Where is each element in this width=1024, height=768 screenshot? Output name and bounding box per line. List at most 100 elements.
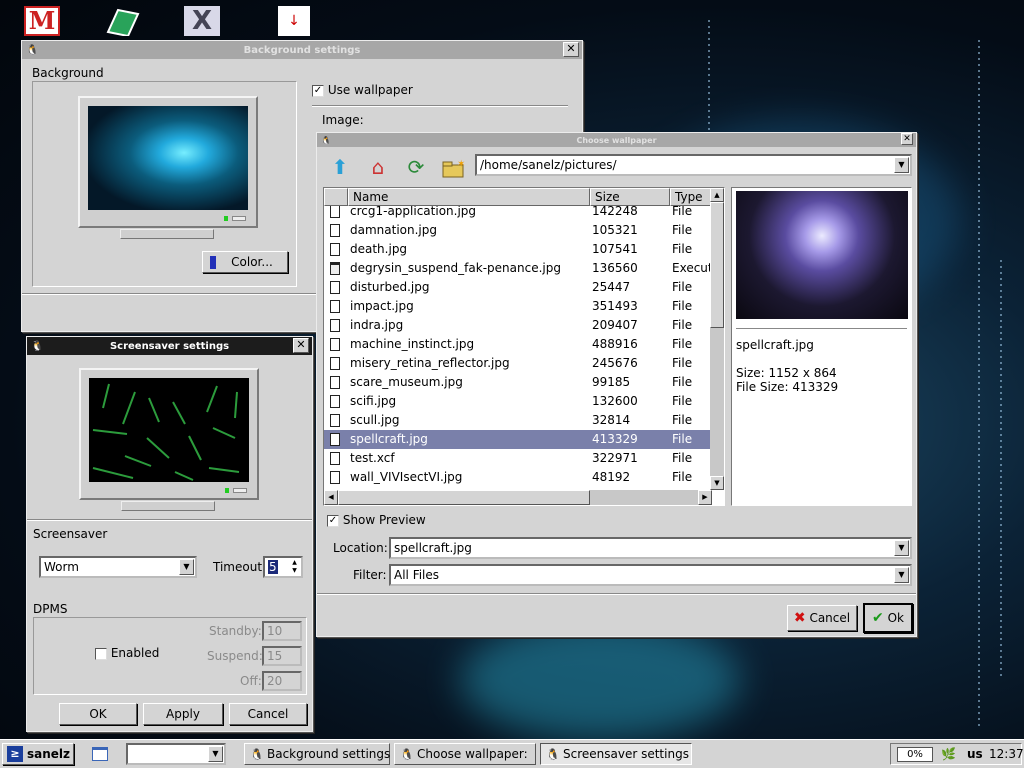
file-size: 48192 bbox=[592, 470, 631, 484]
file-row[interactable]: indra.jpg 209407 File bbox=[324, 316, 712, 335]
scroll-down-arrow-icon[interactable]: ▼ bbox=[710, 476, 724, 490]
horizontal-scroll-thumb[interactable] bbox=[338, 490, 590, 505]
preview-dimensions: Size: 1152 x 864 bbox=[736, 366, 837, 380]
dpms-enabled-checkbox[interactable]: Enabled bbox=[95, 646, 159, 660]
chevron-down-icon[interactable]: ▼ bbox=[894, 157, 909, 173]
file-row[interactable]: misery_retina_reflector.jpg 245676 File bbox=[324, 354, 712, 373]
filter-select[interactable]: All Files ▼ bbox=[389, 564, 912, 586]
off-spinner[interactable]: 20 bbox=[262, 671, 302, 691]
file-row[interactable]: degrysin_suspend_fak-penance.jpg 136560 Ex… bbox=[324, 259, 712, 278]
file-row[interactable]: damnation.jpg 105321 File bbox=[324, 221, 712, 240]
location-input[interactable]: spellcraft.jpg ▼ bbox=[389, 537, 912, 559]
column-header-type[interactable]: Type bbox=[670, 188, 712, 206]
chevron-down-icon[interactable]: ▼ bbox=[894, 567, 909, 583]
vertical-scroll-thumb[interactable] bbox=[710, 202, 724, 328]
color-swatch bbox=[210, 256, 216, 269]
close-button[interactable]: ✕ bbox=[563, 42, 579, 57]
suspend-spinner[interactable]: 15 bbox=[262, 646, 302, 666]
up-arrow-icon[interactable]: ⬆ bbox=[327, 155, 353, 179]
ok-button[interactable]: ✔ Ok bbox=[863, 603, 913, 633]
file-name: scifi.jpg bbox=[350, 394, 397, 408]
file-type: File bbox=[672, 318, 693, 332]
file-row[interactable]: disturbed.jpg 25447 File bbox=[324, 278, 712, 297]
screensaver-titlebar[interactable]: 🐧 Screensaver settings ✕ bbox=[27, 337, 312, 355]
gmail-icon[interactable]: M bbox=[24, 6, 60, 36]
file-type: File bbox=[672, 223, 693, 237]
location-label: Location: bbox=[333, 541, 388, 555]
off-label: Off: bbox=[240, 674, 262, 688]
file-size: 25447 bbox=[592, 280, 631, 294]
cpu-meter[interactable]: 0% bbox=[897, 747, 933, 762]
horizontal-scrollbar[interactable]: ◀ ▶ bbox=[324, 490, 712, 505]
vertical-scrollbar[interactable]: ▲ ▼ bbox=[710, 188, 724, 490]
file-size: 132600 bbox=[592, 394, 638, 408]
chevron-down-icon[interactable]: ▼ bbox=[179, 559, 194, 575]
spinner-arrows-icon[interactable]: ▲ ▼ bbox=[289, 559, 300, 575]
file-row[interactable]: test.xcf 322971 File bbox=[324, 449, 712, 468]
file-icon bbox=[330, 357, 340, 370]
start-button[interactable]: ≥ sanelz bbox=[2, 743, 74, 765]
file-type: File bbox=[672, 375, 693, 389]
column-header-icon[interactable] bbox=[324, 188, 348, 206]
chevron-down-icon[interactable]: ▼ bbox=[208, 746, 223, 762]
path-combobox[interactable]: /home/sanelz/pictures/ ▼ bbox=[475, 154, 912, 176]
pdf-icon[interactable]: ↓ bbox=[278, 6, 310, 36]
clock[interactable]: 12:37 bbox=[989, 747, 1024, 761]
cancel-button[interactable]: Cancel bbox=[229, 703, 307, 725]
workspace-select[interactable]: ▼ bbox=[126, 743, 226, 765]
file-name: wall_VIVIsectVI.jpg bbox=[350, 470, 463, 484]
file-name: degrysin_suspend_fak-penance.jpg bbox=[350, 261, 561, 275]
file-row[interactable]: wall_VIVIsectVI.jpg 48192 File bbox=[324, 468, 712, 487]
file-row[interactable]: impact.jpg 351493 File bbox=[324, 297, 712, 316]
column-header-size[interactable]: Size bbox=[590, 188, 670, 206]
standby-spinner[interactable]: 10 bbox=[262, 621, 302, 641]
new-folder-icon[interactable]: ✶ bbox=[441, 157, 467, 179]
show-preview-checkbox[interactable]: ✓ Show Preview bbox=[327, 513, 426, 527]
standby-label: Standby: bbox=[209, 624, 262, 638]
worm-preview bbox=[92, 383, 240, 481]
close-button[interactable]: ✕ bbox=[901, 133, 913, 145]
scroll-left-arrow-icon[interactable]: ◀ bbox=[324, 490, 338, 505]
close-button[interactable]: ✕ bbox=[293, 338, 309, 353]
window-title: Screensaver settings bbox=[109, 340, 230, 352]
task-background-settings[interactable]: 🐧 Background settings bbox=[244, 743, 390, 765]
file-icon bbox=[330, 452, 340, 465]
cancel-button[interactable]: ✖ Cancel bbox=[787, 605, 857, 631]
tray-app-icon[interactable]: 🌿 bbox=[941, 747, 956, 762]
penguin-icon: 🐧 bbox=[31, 340, 44, 352]
wallpaper-preview-monitor bbox=[78, 96, 258, 228]
file-list[interactable]: Name Size Type crcg1-application.jpg 1422… bbox=[323, 187, 725, 506]
penguin-icon: 🐧 bbox=[400, 748, 414, 761]
screensaver-select[interactable]: Worm ▼ bbox=[39, 556, 197, 578]
chevron-down-icon[interactable]: ▼ bbox=[894, 540, 909, 556]
column-header-name[interactable]: Name bbox=[348, 188, 590, 206]
file-row[interactable]: scull.jpg 32814 File bbox=[324, 411, 712, 430]
file-row[interactable]: scifi.jpg 132600 File bbox=[324, 392, 712, 411]
tag-icon[interactable] bbox=[104, 6, 140, 38]
color-button[interactable]: Color... bbox=[202, 251, 288, 273]
background-settings-titlebar[interactable]: 🐧 Background settings ✕ bbox=[22, 41, 582, 59]
file-row[interactable]: scare_museum.jpg 99185 File bbox=[324, 373, 712, 392]
timeout-spinner[interactable]: 5 ▲ ▼ bbox=[263, 556, 303, 578]
file-type: File bbox=[672, 242, 693, 256]
x-icon[interactable]: X bbox=[184, 6, 220, 36]
show-desktop-icon[interactable] bbox=[92, 747, 108, 761]
file-size: 107541 bbox=[592, 242, 638, 256]
keyboard-layout[interactable]: us bbox=[967, 747, 983, 761]
refresh-icon[interactable]: ⟳ bbox=[403, 155, 429, 179]
file-type: File bbox=[672, 413, 693, 427]
background-group-label: Background bbox=[32, 66, 104, 80]
apply-button[interactable]: Apply bbox=[143, 703, 223, 725]
file-row[interactable]: machine_instinct.jpg 488916 File bbox=[324, 335, 712, 354]
scroll-right-arrow-icon[interactable]: ▶ bbox=[698, 490, 712, 505]
file-row[interactable]: crcg1-application.jpg 142248 File bbox=[324, 206, 712, 221]
file-row[interactable]: death.jpg 107541 File bbox=[324, 240, 712, 259]
file-row[interactable]: spellcraft.jpg 413329 File bbox=[324, 430, 712, 449]
scroll-up-arrow-icon[interactable]: ▲ bbox=[710, 188, 724, 202]
task-choose-wallpaper[interactable]: 🐧 Choose wallpaper: bbox=[394, 743, 536, 765]
task-screensaver-settings[interactable]: 🐧 Screensaver settings bbox=[540, 743, 692, 765]
ok-button[interactable]: OK bbox=[59, 703, 137, 725]
choose-wallpaper-titlebar[interactable]: 🐧 Choose wallpaper ✕ bbox=[317, 133, 916, 147]
use-wallpaper-checkbox[interactable]: ✓ Use wallpaper bbox=[312, 83, 413, 97]
home-icon[interactable]: ⌂ bbox=[365, 155, 391, 179]
